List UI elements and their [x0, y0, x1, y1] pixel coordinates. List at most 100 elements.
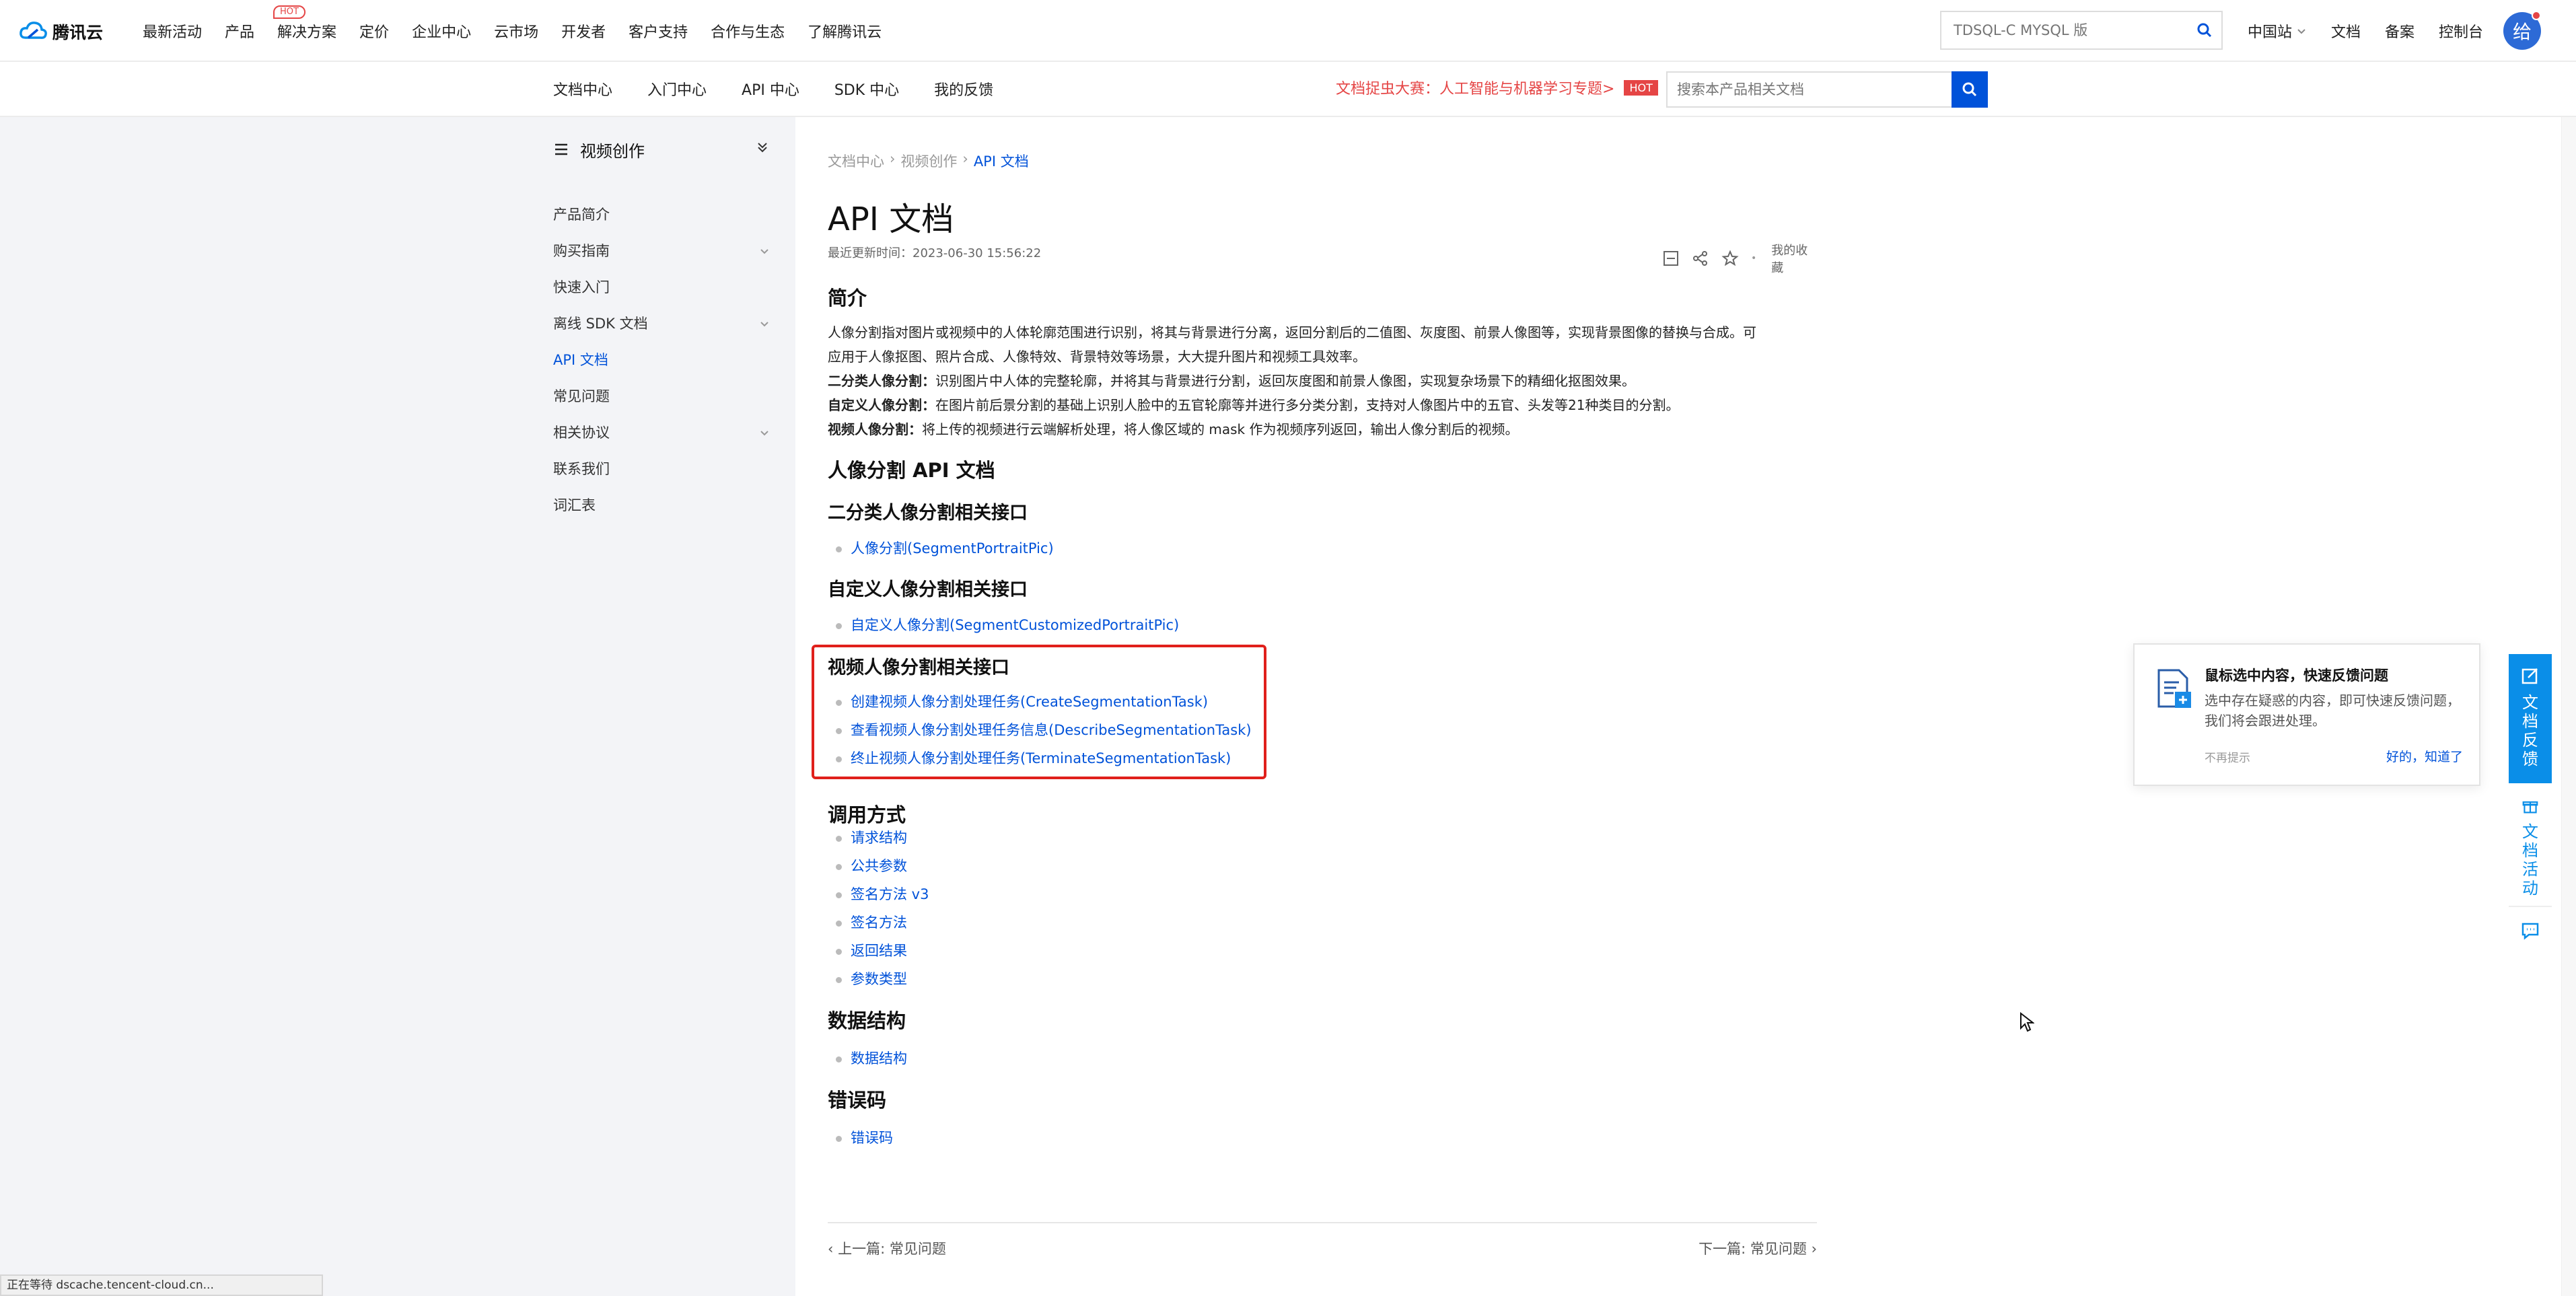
star-icon	[1721, 250, 1739, 266]
menu-solutions[interactable]: 解决方案	[277, 20, 336, 42]
doc-search-input[interactable]	[1668, 73, 1952, 106]
menu-products[interactable]: 产品 HOT	[225, 5, 306, 42]
menu-about[interactable]: 了解腾讯云	[808, 20, 882, 42]
subnav-my-feedback[interactable]: 我的反馈	[934, 78, 993, 100]
share-icon	[1693, 251, 1707, 266]
record-link[interactable]: 备案	[2385, 20, 2414, 42]
sidebar-item-api-docs[interactable]: API 文档	[553, 342, 770, 378]
region-selector[interactable]: 中国站	[2248, 20, 2307, 42]
share-button[interactable]	[1692, 250, 1709, 267]
menu-pricing[interactable]: 定价	[359, 20, 389, 42]
link-segment-customized-portrait-pic[interactable]: 自定义人像分割(SegmentCustomizedPortraitPic)	[828, 611, 1179, 639]
data-structure-heading: 数据结构	[828, 1009, 906, 1032]
doc-activity-tab[interactable]: 文档活动	[2509, 789, 2552, 898]
intro-line: 人像分割指对图片或视频中的人体轮廓范围进行识别，将其与背景进行分离，返回分割后的…	[828, 324, 1756, 340]
docs-link[interactable]: 文档	[2331, 20, 2361, 42]
sidebar-item-offline-sdk[interactable]: 离线 SDK 文档	[553, 305, 770, 342]
subnav-api-center[interactable]: API 中心	[742, 78, 799, 100]
doc-tools: • 我的收藏	[1662, 241, 1817, 276]
chat-icon	[2521, 923, 2539, 940]
link-request-structure[interactable]: 请求结构	[828, 824, 929, 852]
search-icon	[2197, 23, 2212, 38]
main-menu: 最新活动 产品 HOT 解决方案 定价 企业中心 云市场 开发者 客户支持 合作…	[143, 5, 904, 42]
link-response[interactable]: 返回结果	[828, 937, 929, 965]
sidebar-title: 视频创作	[580, 141, 645, 161]
link-param-types[interactable]: 参数类型	[828, 965, 929, 993]
promo-hot-badge: HOT	[1624, 79, 1658, 96]
layout-toggle-button[interactable]	[1662, 250, 1680, 267]
promo-link[interactable]: 文档捉虫大赛：人工智能与机器学习专题> HOT	[1336, 77, 1658, 98]
collapse-icon[interactable]	[755, 140, 770, 155]
bullet-text: 在图片前后景分割的基础上识别人脸中的五官轮廓等并进行多分类分割，支持对人像图片中…	[935, 397, 1680, 413]
link-signature[interactable]: 签名方法	[828, 908, 929, 937]
subnav-doc-center[interactable]: 文档中心	[553, 78, 612, 100]
prev-page-link[interactable]: ‹ 上一篇: 常见问题	[828, 1238, 946, 1258]
highlight-box	[812, 645, 1266, 779]
sidebar-item-label: 词汇表	[553, 497, 596, 513]
menu-marketplace[interactable]: 云市场	[494, 20, 538, 42]
global-search-button[interactable]	[2188, 12, 2221, 48]
sidebar-item-glossary[interactable]: 词汇表	[553, 487, 770, 524]
sidebar-item-purchase-guide[interactable]: 购买指南	[553, 233, 770, 269]
sidebar-item-agreements[interactable]: 相关协议	[553, 415, 770, 451]
tencent-cloud-logo[interactable]: 腾讯云	[19, 17, 103, 46]
bullet-text: 将上传的视频进行云端解析处理，将人像区域的 mask 作为视频序列返回，输出人像…	[922, 421, 1519, 437]
breadcrumb-product[interactable]: 视频创作	[900, 151, 957, 171]
sidebar-item-product-intro[interactable]: 产品简介	[553, 196, 770, 233]
my-favorites-link[interactable]: 我的收藏	[1771, 241, 1817, 276]
error-code-links: 错误码	[828, 1124, 893, 1152]
breadcrumb-separator: ›	[962, 151, 968, 167]
link-segment-portrait-pic[interactable]: 人像分割(SegmentPortraitPic)	[828, 534, 1054, 563]
bullet-label: 二分类人像分割：	[828, 373, 935, 389]
menu-latest-activity[interactable]: 最新活动	[143, 20, 202, 42]
global-search	[1940, 11, 2223, 50]
link-data-structure[interactable]: 数据结构	[828, 1044, 907, 1073]
breadcrumb: 文档中心 › 视频创作 › API 文档	[828, 151, 1029, 171]
binary-seg-links: 人像分割(SegmentPortraitPic)	[828, 534, 1054, 563]
sidebar-item-contact[interactable]: 联系我们	[553, 451, 770, 487]
link-error-code[interactable]: 错误码	[828, 1124, 893, 1152]
popover-title: 鼠标选中内容，快速反馈问题	[2205, 668, 2388, 684]
search-icon	[1962, 82, 1977, 97]
popover-ok-button[interactable]: 好的，知道了	[2386, 747, 2463, 765]
global-search-input[interactable]	[1941, 12, 2188, 48]
breadcrumb-current[interactable]: API 文档	[974, 151, 1029, 171]
chat-tab[interactable]	[2509, 906, 2552, 954]
data-structure-links: 数据结构	[828, 1044, 907, 1073]
favorite-button[interactable]	[1721, 250, 1739, 267]
chevron-down-icon	[760, 249, 768, 254]
sidebar-item-label: API 文档	[553, 352, 608, 368]
prev-page-label: 上一篇: 常见问题	[838, 1241, 946, 1257]
link-common-params[interactable]: 公共参数	[828, 852, 929, 880]
last-updated: 最近更新时间：2023-06-30 15:56:22	[828, 246, 1042, 260]
sidebar-item-faq[interactable]: 常见问题	[553, 378, 770, 415]
subnav-items: 文档中心 入门中心 API 中心 SDK 中心 我的反馈	[553, 78, 1028, 100]
menu-developers[interactable]: 开发者	[561, 20, 606, 42]
subnav-sdk-center[interactable]: SDK 中心	[834, 78, 899, 100]
hot-badge: HOT	[273, 5, 306, 19]
breadcrumb-doc-center[interactable]: 文档中心	[828, 151, 884, 171]
region-label: 中国站	[2248, 24, 2293, 41]
browser-status-bar: 正在等待 dscache.tencent-cloud.cn...	[0, 1274, 323, 1296]
menu-partners[interactable]: 合作与生态	[711, 20, 785, 42]
sidebar-item-quick-start[interactable]: 快速入门	[553, 269, 770, 305]
binary-seg-heading: 二分类人像分割相关接口	[828, 503, 1028, 524]
custom-seg-links: 自定义人像分割(SegmentCustomizedPortraitPic)	[828, 611, 1179, 639]
next-page-link[interactable]: 下一篇: 常见问题 ›	[1698, 1238, 1817, 1258]
console-link[interactable]: 控制台	[2439, 20, 2483, 42]
menu-enterprise[interactable]: 企业中心	[412, 20, 471, 42]
subnav-getting-started[interactable]: 入门中心	[647, 78, 707, 100]
doc-pager: ‹ 上一篇: 常见问题 下一篇: 常见问题 ›	[828, 1222, 1817, 1262]
doc-feedback-tab[interactable]: 文档反馈	[2509, 654, 2552, 783]
page-scrollbar[interactable]	[2561, 117, 2576, 1296]
sidebar-item-label: 快速入门	[553, 279, 610, 295]
doc-search-button[interactable]	[1952, 71, 1988, 108]
menu-support[interactable]: 客户支持	[629, 20, 688, 42]
chevron-down-icon	[2297, 29, 2305, 34]
dont-show-again-link[interactable]: 不再提示	[2205, 748, 2250, 765]
breadcrumb-separator: ›	[890, 151, 896, 167]
link-signature-v3[interactable]: 签名方法 v3	[828, 880, 929, 908]
doc-sidebar: 视频创作 产品简介 购买指南 快速入门 离线 SDK 文档 API 文档 常见问…	[0, 117, 795, 1296]
call-method-link-list: 请求结构 公共参数 签名方法 v3 签名方法 返回结果 参数类型	[828, 824, 929, 993]
doc-search	[1666, 71, 1988, 108]
